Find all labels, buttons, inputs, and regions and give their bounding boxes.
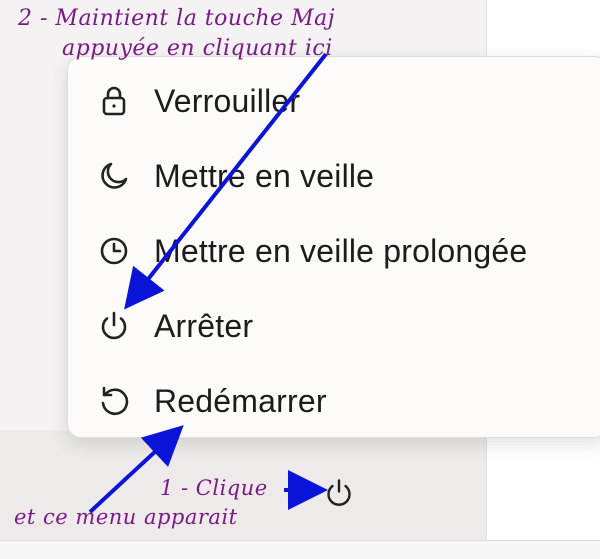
annotation-step1-line2: et ce menu apparait: [14, 505, 238, 529]
power-icon: [322, 476, 356, 510]
power-menu: Verrouiller Mettre en veille Mettre en v…: [67, 56, 600, 438]
menu-item-restart[interactable]: Redémarrer: [68, 369, 600, 433]
menu-item-label: Mettre en veille prolongée: [154, 232, 528, 269]
menu-item-label: Arrêter: [154, 307, 254, 344]
menu-item-shutdown[interactable]: Arrêter: [68, 294, 600, 358]
menu-item-hibernate[interactable]: Mettre en veille prolongée: [68, 219, 600, 283]
restart-icon: [96, 383, 132, 419]
power-icon: [96, 308, 132, 344]
menu-item-label: Verrouiller: [154, 82, 301, 119]
taskbar-power-button[interactable]: [322, 476, 356, 510]
moon-icon: [96, 158, 132, 194]
clock-icon: [96, 233, 132, 269]
lock-icon: [96, 83, 132, 119]
annotation-step2-line2: appuyée en cliquant ici: [62, 36, 333, 61]
menu-item-label: Redémarrer: [154, 382, 327, 419]
menu-item-sleep[interactable]: Mettre en veille: [68, 144, 600, 208]
menu-item-lock[interactable]: Verrouiller: [68, 69, 600, 133]
annotation-step2-line1: 2 - Maintient la touche Maj: [18, 6, 336, 31]
menu-item-label: Mettre en veille: [154, 157, 375, 194]
annotation-step1-line1: 1 - Clique: [160, 476, 268, 500]
taskbar-strip: [0, 540, 600, 559]
